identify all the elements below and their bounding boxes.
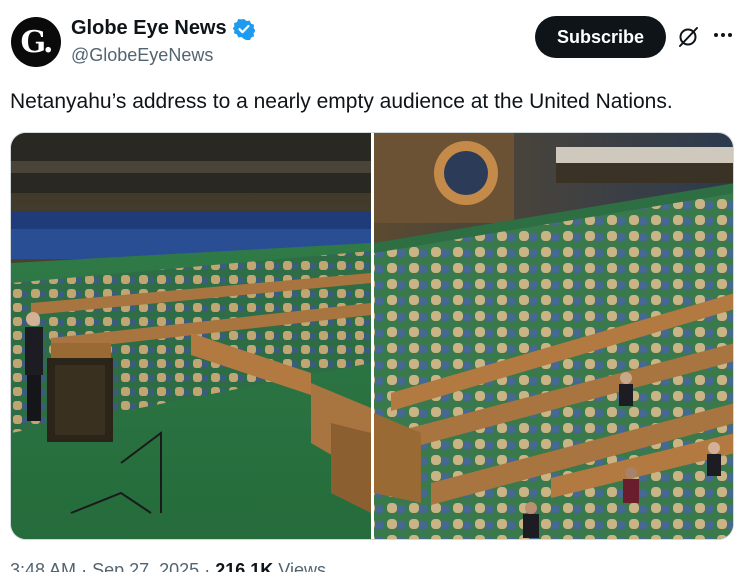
grok-icon[interactable]: [676, 25, 700, 49]
display-name[interactable]: Globe Eye News: [71, 17, 227, 40]
subscribe-button[interactable]: Subscribe: [535, 16, 666, 58]
views-label: Views: [278, 560, 326, 572]
left-photo: [11, 133, 371, 539]
verified-badge-icon: [232, 18, 255, 40]
right-photo: [374, 133, 733, 539]
views-count: 216.1K: [215, 560, 274, 572]
avatar-letter: G.: [20, 24, 54, 60]
tweet-media[interactable]: [10, 132, 734, 540]
tweet-text: Netanyahu’s address to a nearly empty au…: [10, 90, 673, 113]
meta-separator-2: ·: [204, 560, 211, 572]
tweet-date[interactable]: Sep 27, 2025: [92, 560, 199, 572]
meta-separator: ·: [81, 560, 88, 572]
panel-divider: [371, 133, 374, 539]
author-name-row: Globe Eye News: [71, 17, 255, 40]
avatar[interactable]: G.: [11, 17, 61, 67]
tweet-meta: 3:48 AM · Sep 27, 2025 · 216.1K Views: [10, 560, 326, 572]
more-icon[interactable]: [710, 22, 736, 48]
handle[interactable]: @GlobeEyeNews: [71, 45, 213, 66]
tweet-time[interactable]: 3:48 AM: [10, 560, 76, 572]
